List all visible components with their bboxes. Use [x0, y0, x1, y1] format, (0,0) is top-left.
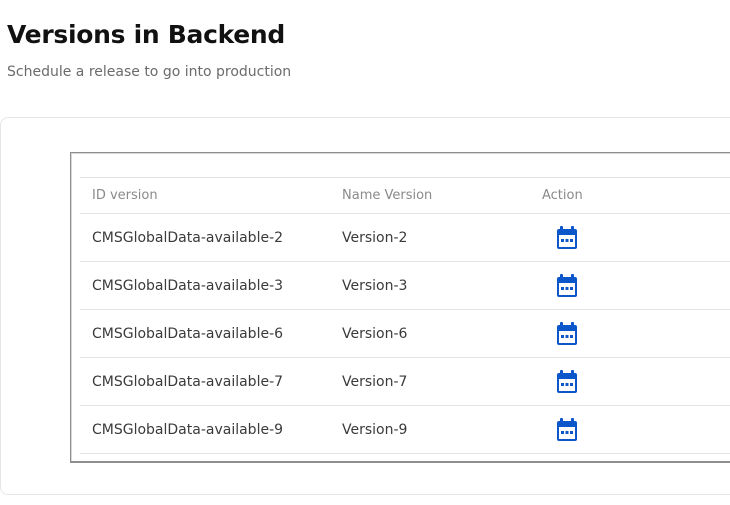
page-subtitle: Schedule a release to go into production	[7, 64, 292, 80]
version-id-cell: CMSGlobalData-available-3	[80, 261, 342, 310]
table-row: CMSGlobalData-available-9 Version-9	[80, 405, 730, 454]
version-id-cell: CMSGlobalData-available-6	[80, 309, 342, 358]
version-name-cell: Version-2	[342, 213, 542, 262]
table-row: CMSGlobalData-available-2 Version-2	[80, 213, 730, 262]
column-header-action: Action	[542, 177, 730, 214]
action-cell	[542, 261, 730, 310]
schedule-calendar-icon[interactable]	[556, 225, 578, 250]
table-row: CMSGlobalData-available-3 Version-3	[80, 261, 730, 310]
version-id-cell: CMSGlobalData-available-9	[80, 405, 342, 454]
column-header-id-version: ID version	[80, 177, 342, 214]
version-id-cell: CMSGlobalData-available-7	[80, 357, 342, 406]
column-header-name-version: Name Version	[342, 177, 542, 214]
version-name-cell: Version-6	[342, 309, 542, 358]
table-row: CMSGlobalData-available-7 Version-7	[80, 357, 730, 406]
version-name-cell: Version-9	[342, 405, 542, 454]
action-cell	[542, 213, 730, 262]
table-header-row: ID version Name Version Action	[80, 177, 730, 214]
versions-table: ID version Name Version Action CMSGlobal…	[80, 177, 730, 454]
action-cell	[542, 357, 730, 406]
schedule-calendar-icon[interactable]	[556, 321, 578, 346]
schedule-calendar-icon[interactable]	[556, 273, 578, 298]
schedule-calendar-icon[interactable]	[556, 369, 578, 394]
page-title: Versions in Backend	[7, 20, 285, 49]
table-row: CMSGlobalData-available-6 Version-6	[80, 309, 730, 358]
version-id-cell: CMSGlobalData-available-2	[80, 213, 342, 262]
version-name-cell: Version-3	[342, 261, 542, 310]
action-cell	[542, 309, 730, 358]
action-cell	[542, 405, 730, 454]
version-name-cell: Version-7	[342, 357, 542, 406]
page-header: Versions in Backend Schedule a release t…	[7, 17, 291, 81]
schedule-calendar-icon[interactable]	[556, 417, 578, 442]
